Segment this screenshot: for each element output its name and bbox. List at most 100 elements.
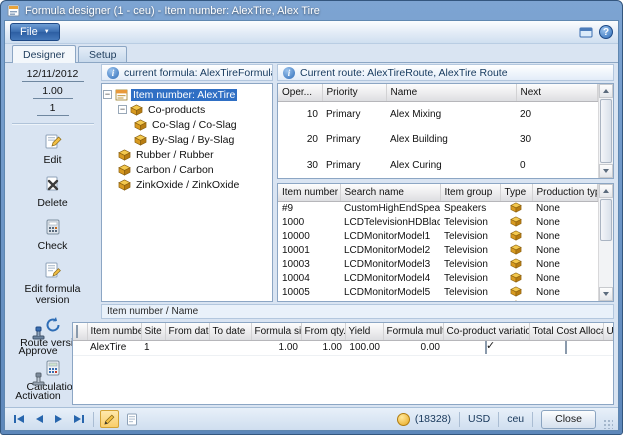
edit-formula-version-button[interactable]: Edit formula version <box>8 256 98 311</box>
table-cell[interactable]: LCDMonitorModel6 <box>340 300 440 302</box>
table-row[interactable]: 10003 LCDMonitorModel3 Television None <box>278 258 598 272</box>
column-header[interactable]: U... <box>603 323 613 341</box>
tree-expander-icon[interactable]: − <box>103 90 112 99</box>
column-header[interactable]: Oper... <box>278 84 323 102</box>
tab-designer[interactable]: Designer <box>12 45 77 63</box>
table-cell[interactable]: LCDMonitorModel1 <box>340 230 440 244</box>
table-cell[interactable]: 100.00 <box>345 340 383 356</box>
table-cell[interactable]: 1000 <box>278 216 340 230</box>
scroll-down-icon[interactable] <box>599 287 613 301</box>
table-row[interactable]: 10001 LCDMonitorModel2 Television None <box>278 244 598 258</box>
co-product-variations-checkbox[interactable] <box>485 341 487 354</box>
first-record-icon[interactable] <box>10 411 27 428</box>
currency-label[interactable]: USD <box>468 413 490 425</box>
restore-window-icon[interactable] <box>578 25 593 40</box>
table-cell[interactable] <box>209 340 251 356</box>
tree-expander-icon[interactable]: − <box>118 105 127 114</box>
table-cell[interactable]: Television <box>440 286 500 300</box>
edit-button[interactable]: Edit <box>8 127 98 170</box>
table-cell[interactable]: 20 <box>278 127 322 153</box>
tree-node-co-products[interactable]: − Co-products <box>103 102 271 117</box>
table-cell[interactable]: 10005 <box>278 286 340 300</box>
close-button[interactable]: Close <box>541 409 596 429</box>
table-row[interactable]: 10005 LCDMonitorModel5 Television None <box>278 286 598 300</box>
total-cost-allocation-checkbox[interactable] <box>565 341 567 354</box>
select-all-checkbox[interactable] <box>76 324 78 338</box>
table-cell[interactable]: 10000 <box>278 230 340 244</box>
column-header[interactable]: Priority <box>322 84 387 102</box>
table-cell[interactable]: CustomHighEndSpeaker <box>340 201 440 216</box>
company-label[interactable]: ceu <box>507 413 524 425</box>
activation-button[interactable]: Activation <box>1 366 83 407</box>
column-header[interactable]: To date <box>209 323 252 341</box>
tree-node-label[interactable]: Rubber / Rubber <box>134 149 216 161</box>
column-header[interactable]: Formula multiple <box>383 323 444 341</box>
table-cell[interactable]: Alex Building <box>386 127 516 153</box>
table-cell[interactable]: None <box>532 258 598 272</box>
formula-from-date-link[interactable]: 12/11/2012 <box>21 68 84 82</box>
table-cell[interactable]: None <box>532 272 598 286</box>
table-cell[interactable]: 0 <box>516 152 598 178</box>
tree-node-root[interactable]: − Item number: AlexTire <box>103 87 271 102</box>
table-row[interactable]: 10000 LCDMonitorModel1 Television None <box>278 230 598 244</box>
table-cell[interactable]: 10001 <box>278 244 340 258</box>
table-cell[interactable]: 10004 <box>278 272 340 286</box>
approve-button[interactable]: Approve <box>1 320 83 361</box>
tree-node-label[interactable]: ZinkOxide / ZinkOxide <box>134 179 241 191</box>
titlebar[interactable]: Formula designer (1 - ceu) - Item number… <box>4 1 619 20</box>
document-icon[interactable] <box>122 410 141 428</box>
table-cell[interactable]: 10003 <box>278 258 340 272</box>
column-header[interactable]: Type <box>500 184 533 202</box>
table-cell[interactable]: Primary <box>322 152 386 178</box>
help-icon[interactable]: ? <box>599 25 613 39</box>
delete-button[interactable]: Delete <box>8 170 98 213</box>
column-header[interactable]: Name <box>386 84 517 102</box>
column-header[interactable]: Site <box>141 323 166 341</box>
next-record-icon[interactable] <box>50 411 67 428</box>
table-cell[interactable]: Primary <box>322 101 386 127</box>
table-row[interactable]: 30 Primary Alex Curing 0 <box>278 152 598 178</box>
table-cell[interactable]: Television <box>440 216 500 230</box>
formula-version-link[interactable]: 1.00 <box>32 85 73 99</box>
table-cell[interactable]: None <box>532 230 598 244</box>
table-cell[interactable]: Television <box>440 300 500 302</box>
table-cell[interactable]: 10006 <box>278 300 340 302</box>
column-header[interactable]: Co-product variations <box>443 323 530 341</box>
table-cell[interactable]: Television <box>440 272 500 286</box>
table-row[interactable]: 10 Primary Alex Mixing 20 <box>278 101 598 127</box>
table-cell[interactable]: 20 <box>516 101 598 127</box>
table-cell[interactable]: Alex Curing <box>386 152 516 178</box>
notification-icon[interactable] <box>396 412 410 426</box>
table-cell[interactable]: LCDMonitorModel3 <box>340 258 440 272</box>
table-row[interactable]: 20 Primary Alex Building 30 <box>278 127 598 153</box>
check-button[interactable]: Check <box>8 213 98 256</box>
column-header[interactable]: Next <box>516 84 598 102</box>
table-cell[interactable]: None <box>532 300 598 302</box>
table-cell[interactable]: LCDMonitorModel5 <box>340 286 440 300</box>
table-cell[interactable]: Speakers <box>440 201 500 216</box>
scrollbar[interactable] <box>598 84 613 178</box>
tree-node-carbon[interactable]: Carbon / Carbon <box>103 162 271 177</box>
tree-node-label[interactable]: By-Slag / By-Slag <box>150 134 236 146</box>
table-cell[interactable]: Television <box>440 230 500 244</box>
table-cell[interactable]: None <box>532 286 598 300</box>
table-cell[interactable] <box>165 340 209 356</box>
file-menu-button[interactable]: File ▼ <box>10 23 60 41</box>
scrollbar[interactable] <box>598 184 613 301</box>
row-selector[interactable] <box>73 340 87 356</box>
edit-record-icon[interactable] <box>100 410 119 428</box>
tree-node-by-slag[interactable]: By-Slag / By-Slag <box>103 132 271 147</box>
column-header[interactable]: Yield <box>345 323 384 341</box>
column-header[interactable]: Total Cost Allocation <box>529 323 604 341</box>
table-row[interactable]: 1000 LCDTelevisionHDBlack Television Non… <box>278 216 598 230</box>
column-header[interactable]: From date <box>165 323 210 341</box>
table-row[interactable]: #9 CustomHighEndSpeaker Speakers None <box>278 201 598 216</box>
tree-node-label[interactable]: Item number: AlexTire <box>131 88 238 101</box>
tree-node-label[interactable]: Carbon / Carbon <box>134 164 216 176</box>
tree-node-label[interactable]: Co-Slag / Co-Slag <box>150 119 239 131</box>
column-header[interactable]: Formula size <box>251 323 302 341</box>
scroll-down-icon[interactable] <box>599 164 613 178</box>
table-cell[interactable]: None <box>532 201 598 216</box>
tree-node-label[interactable]: Co-products <box>146 104 207 116</box>
table-row[interactable]: 10004 LCDMonitorModel4 Television None <box>278 272 598 286</box>
